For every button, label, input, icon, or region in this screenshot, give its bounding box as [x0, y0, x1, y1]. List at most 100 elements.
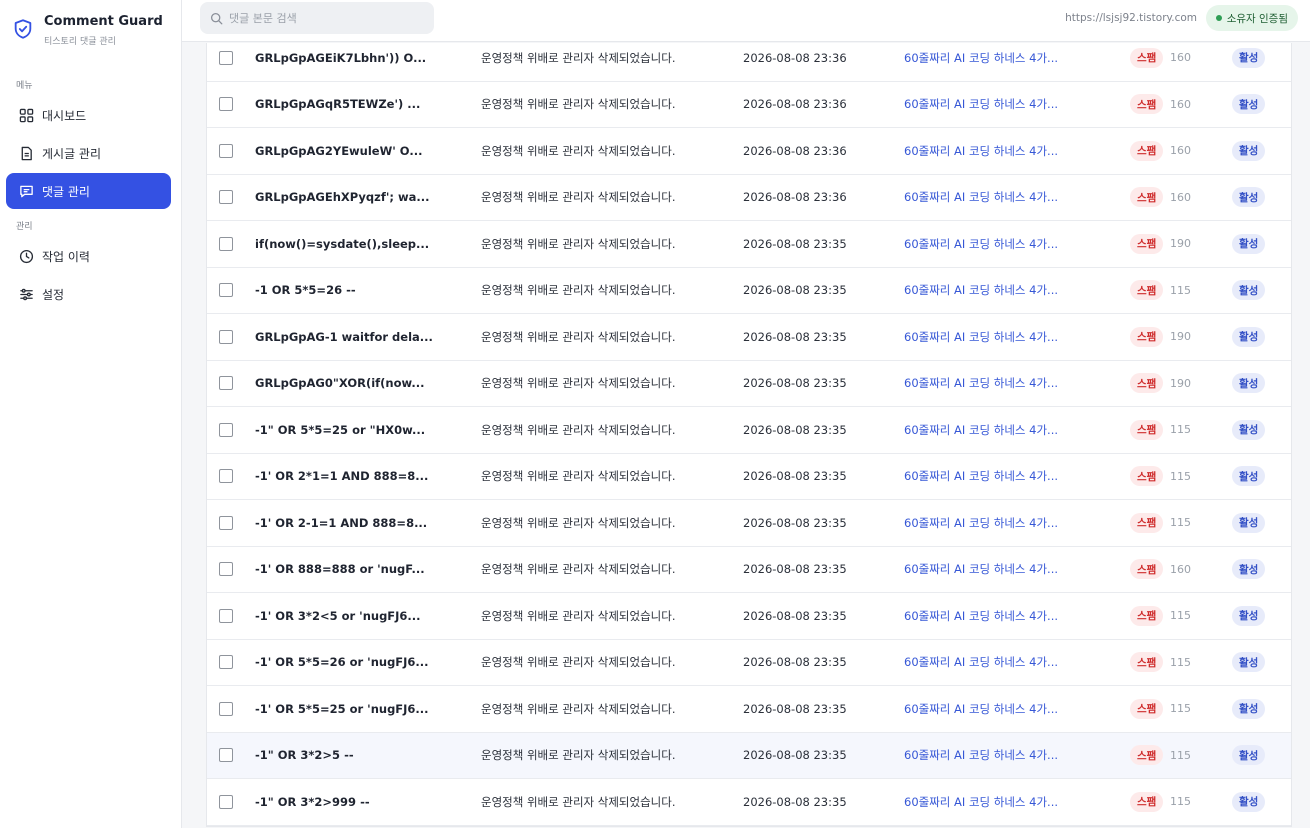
spam-score: 115 [1170, 748, 1191, 762]
spam-score: 160 [1170, 190, 1191, 204]
row-checkbox[interactable] [219, 329, 233, 344]
post-link[interactable]: 60줄짜리 AI 코딩 하네스 4가... [904, 701, 1058, 717]
sidebar-item-settings[interactable]: 설정 [6, 276, 171, 312]
post-link[interactable]: 60줄짜리 AI 코딩 하네스 4가... [904, 794, 1058, 810]
post-link[interactable]: 60줄짜리 AI 코딩 하네스 4가... [904, 561, 1058, 577]
post-link[interactable]: 60줄짜리 AI 코딩 하네스 4가... [904, 515, 1058, 531]
sidebar-item-comments[interactable]: 댓글 관리 [6, 173, 171, 209]
comment-date: 2026-08-08 23:35 [743, 655, 847, 670]
spam-score: 160 [1170, 97, 1191, 111]
comment-author: GRLpGpAG-1 waitfor dela... [255, 329, 433, 344]
status-badge[interactable]: 활성 [1232, 745, 1266, 766]
comment-content: 운영정책 위배로 관리자 삭제되었습니다. [481, 515, 676, 530]
comments-table: GRLpGpAGEiK7Lbhn')) O... 운영정책 위배로 관리자 삭제되… [206, 43, 1292, 827]
status-badge[interactable]: 활성 [1232, 326, 1266, 347]
comment-date: 2026-08-08 23:35 [743, 794, 847, 809]
post-link[interactable]: 60줄짜리 AI 코딩 하네스 4가... [904, 654, 1058, 670]
status-badge[interactable]: 활성 [1232, 791, 1266, 812]
brand[interactable]: Comment Guard 티스토리 댓글 관리 [0, 0, 181, 66]
search-box[interactable] [200, 2, 434, 34]
status-badge[interactable]: 활성 [1232, 512, 1266, 533]
row-checkbox[interactable] [219, 515, 233, 530]
row-checkbox[interactable] [219, 469, 233, 484]
table-row[interactable]: -1" OR 3*2>999 -- 운영정책 위배로 관리자 삭제되었습니다. 20… [207, 779, 1291, 826]
row-checkbox[interactable] [219, 143, 233, 158]
status-badge[interactable]: 활성 [1232, 47, 1266, 68]
sidebar-item-posts[interactable]: 게시글 관리 [6, 135, 171, 171]
row-checkbox[interactable] [219, 562, 233, 577]
row-checkbox[interactable] [219, 748, 233, 763]
status-badge[interactable]: 활성 [1232, 233, 1266, 254]
spam-badge: 스팸 [1130, 791, 1164, 812]
table-row[interactable]: GRLpGpAG0"XOR(if(now... 운영정책 위배로 관리자 삭제되었… [207, 361, 1291, 407]
table-row[interactable]: -1 OR 5*5=26 -- 운영정책 위배로 관리자 삭제되었습니다. 2026… [207, 268, 1291, 314]
table-row[interactable]: -1' OR 888=888 or 'nugF... 운영정책 위배로 관리자 삭… [207, 547, 1291, 593]
row-checkbox[interactable] [219, 236, 233, 251]
table-row[interactable]: -1' OR 2-1=1 AND 888=8... 운영정책 위배로 관리자 삭제… [207, 500, 1291, 547]
post-link[interactable]: 60줄짜리 AI 코딩 하네스 4가... [904, 375, 1058, 391]
table-row[interactable]: GRLpGpAGqR5TEWZe') ... 운영정책 위배로 관리자 삭제되었습… [207, 82, 1291, 128]
row-checkbox[interactable] [219, 701, 233, 716]
status-badge[interactable]: 활성 [1232, 466, 1266, 487]
row-checkbox[interactable] [219, 794, 233, 809]
status-badge[interactable]: 활성 [1232, 605, 1266, 626]
comment-content: 운영정책 위배로 관리자 삭제되었습니다. [481, 236, 676, 251]
post-link[interactable]: 60줄짜리 AI 코딩 하네스 4가... [904, 282, 1058, 298]
table-row[interactable]: GRLpGpAG-1 waitfor dela... 운영정책 위배로 관리자 삭… [207, 314, 1291, 361]
post-link[interactable]: 60줄짜리 AI 코딩 하네스 4가... [904, 236, 1058, 252]
status-badge[interactable]: 활성 [1232, 652, 1266, 673]
spam-score: 190 [1170, 237, 1191, 251]
post-link[interactable]: 60줄짜리 AI 코딩 하네스 4가... [904, 50, 1058, 66]
post-link[interactable]: 60줄짜리 AI 코딩 하네스 4가... [904, 422, 1058, 438]
table-row[interactable]: GRLpGpAG2YEwuleW' O... 운영정책 위배로 관리자 삭제되었습… [207, 128, 1291, 175]
post-link[interactable]: 60줄짜리 AI 코딩 하네스 4가... [904, 747, 1058, 763]
table-row[interactable]: -1" OR 5*5=25 or "HX0w... 운영정책 위배로 관리자 삭제… [207, 407, 1291, 454]
comment-content: 운영정책 위배로 관리자 삭제되었습니다. [481, 190, 676, 205]
comment-date: 2026-08-08 23:35 [743, 608, 847, 623]
sidebar-item-dashboard[interactable]: 대시보드 [6, 97, 171, 133]
table-row[interactable]: GRLpGpAGEhXPyqzf'; wa... 운영정책 위배로 관리자 삭제되… [207, 175, 1291, 221]
table-row[interactable]: GRLpGpAGEiK7Lbhn')) O... 운영정책 위배로 관리자 삭제되… [207, 43, 1291, 82]
spam-badge: 스팸 [1130, 187, 1164, 208]
row-checkbox[interactable] [219, 190, 233, 205]
status-badge[interactable]: 활성 [1232, 373, 1266, 394]
comment-content: 운영정책 위배로 관리자 삭제되었습니다. [481, 748, 676, 763]
table-row[interactable]: -1' OR 3*2<5 or 'nugFJ6... 운영정책 위배로 관리자 삭… [207, 593, 1291, 640]
shield-check-icon [14, 19, 32, 39]
table-row[interactable]: -1' OR 5*5=26 or 'nugFJ6... 운영정책 위배로 관리자 … [207, 640, 1291, 686]
spam-score: 190 [1170, 376, 1191, 390]
table-row[interactable]: -1" OR 3*2>5 -- 운영정책 위배로 관리자 삭제되었습니다. 2026… [207, 732, 1291, 779]
status-badge[interactable]: 활성 [1232, 94, 1266, 115]
spam-badge: 스팸 [1130, 233, 1164, 254]
search-input[interactable] [229, 11, 419, 25]
table-row[interactable]: -1' OR 2*1=1 AND 888=8... 운영정책 위배로 관리자 삭제… [207, 454, 1291, 500]
sidebar-item-label: 게시글 관리 [42, 146, 102, 161]
comment-date: 2026-08-08 23:36 [743, 190, 847, 205]
row-checkbox[interactable] [219, 655, 233, 670]
post-link[interactable]: 60줄짜리 AI 코딩 하네스 4가... [904, 189, 1058, 205]
post-link[interactable]: 60줄짜리 AI 코딩 하네스 4가... [904, 329, 1058, 345]
post-link[interactable]: 60줄짜리 AI 코딩 하네스 4가... [904, 608, 1058, 624]
table-row[interactable]: if(now()=sysdate(),sleep... 운영정책 위배로 관리자 … [207, 221, 1291, 268]
row-checkbox[interactable] [219, 608, 233, 623]
status-badge[interactable]: 활성 [1232, 280, 1266, 301]
row-checkbox[interactable] [219, 422, 233, 437]
spam-badge: 스팸 [1130, 698, 1164, 719]
status-badge[interactable]: 활성 [1232, 698, 1266, 719]
document-icon [18, 145, 34, 161]
status-badge[interactable]: 활성 [1232, 140, 1266, 161]
post-link[interactable]: 60줄짜리 AI 코딩 하네스 4가... [904, 143, 1058, 159]
row-checkbox[interactable] [219, 283, 233, 298]
status-badge[interactable]: 활성 [1232, 187, 1266, 208]
status-badge[interactable]: 활성 [1232, 559, 1266, 580]
comment-date: 2026-08-08 23:35 [743, 515, 847, 530]
table-row[interactable]: -1' OR 5*5=25 or 'nugFJ6... 운영정책 위배로 관리자 … [207, 686, 1291, 733]
post-link[interactable]: 60줄짜리 AI 코딩 하네스 4가... [904, 468, 1058, 484]
sidebar-item-history[interactable]: 작업 이력 [6, 238, 171, 274]
top-bar: https://lsjsj92.tistory.com 소유자 인증됨 [182, 0, 1310, 42]
row-checkbox[interactable] [219, 376, 233, 391]
row-checkbox[interactable] [219, 50, 233, 65]
post-link[interactable]: 60줄짜리 AI 코딩 하네스 4가... [904, 96, 1058, 112]
status-badge[interactable]: 활성 [1232, 419, 1266, 440]
row-checkbox[interactable] [219, 97, 233, 112]
